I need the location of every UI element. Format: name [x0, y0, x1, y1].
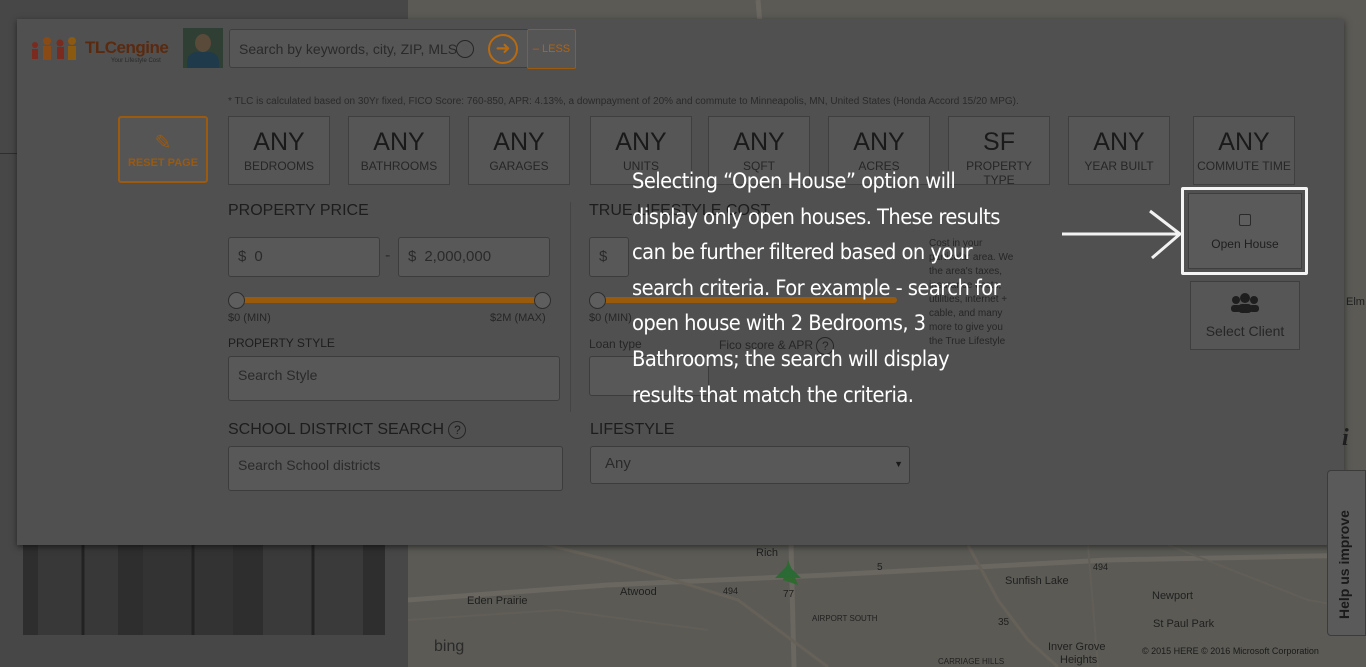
filter-bathrooms[interactable]: ANY BATHROOMS [348, 116, 450, 185]
school-district-title: SCHOOL DISTRICT SEARCH ? [228, 421, 467, 439]
map-label: Atwood [620, 586, 657, 598]
search-bar[interactable]: Search by keywords, city, ZIP, MLS ? ➜ [229, 29, 534, 68]
select-client-button[interactable]: Select Client [1190, 281, 1300, 350]
school-district-input[interactable]: Search School districts [228, 446, 563, 491]
price-max-input[interactable]: $2,000,000 [398, 237, 550, 277]
map-attribution: © 2015 HERE © 2016 Microsoft Corporation [1142, 646, 1319, 656]
tutorial-callout: Selecting “Open House” option will displ… [632, 169, 1001, 407]
price-max-label: $2M (MAX) [490, 312, 546, 324]
lifestyle-select[interactable]: Any ▼ [590, 446, 910, 484]
filter-bedrooms[interactable]: ANY BEDROOMS [228, 116, 330, 185]
highway-shield: 77 [783, 589, 795, 600]
lifestyle-cost-slider-handle[interactable] [589, 292, 606, 309]
price-dash: - [385, 247, 391, 264]
open-house-highlight [1181, 187, 1308, 275]
highway-shield: 494 [1093, 562, 1109, 572]
property-photo[interactable] [23, 545, 385, 635]
lifestyle-title: LIFESTYLE [590, 421, 675, 438]
school-help-icon[interactable]: ? [448, 421, 467, 439]
map-label: AIRPORT SOUTH [812, 614, 878, 623]
reset-page-button[interactable]: ✎ RESET PAGE [118, 116, 208, 183]
lifestyle-cost-min-input[interactable]: $ [589, 237, 629, 277]
chevron-down-icon: ▼ [894, 459, 903, 469]
highway-shield: 35 [998, 617, 1010, 628]
users-icon [1231, 293, 1259, 313]
map-label: Elm [1346, 296, 1365, 308]
map-label: Sunfish Lake [1005, 575, 1069, 587]
avatar[interactable] [183, 28, 223, 68]
photo-image [23, 545, 385, 635]
broom-icon: ✎ [154, 132, 172, 154]
search-input[interactable]: Search by keywords, city, ZIP, MLS [239, 41, 457, 57]
bing-logo: bing [434, 638, 465, 655]
price-slider-min-handle[interactable] [228, 292, 245, 309]
property-style-input[interactable]: Search Style [228, 356, 560, 401]
map-label: St Paul Park [1153, 618, 1215, 630]
map-label: Eden Prairie [467, 595, 528, 607]
tlc-disclaimer: * TLC is calculated based on 30Yr fixed,… [228, 96, 1019, 107]
map-label: Heights [1060, 654, 1098, 666]
filter-year-built[interactable]: ANY YEAR BUILT [1068, 116, 1170, 185]
map-label: Inver Grove [1048, 641, 1106, 653]
price-slider-track[interactable] [236, 297, 543, 303]
map-label: Newport [1152, 590, 1193, 602]
property-style-title: PROPERTY STYLE [228, 336, 335, 350]
tlc-logo[interactable]: TLCengine Your Lifestyle Cost [27, 33, 179, 67]
search-go-button[interactable]: ➜ [488, 34, 518, 64]
logo-text: TLCengine [85, 38, 169, 57]
highway-shield: 5 [877, 562, 883, 573]
highway-shield: 494 [723, 586, 739, 596]
price-min-label: $0 (MIN) [228, 312, 271, 324]
less-button[interactable]: – LESS [527, 29, 576, 69]
map-label: Rich [756, 547, 779, 559]
price-slider-max-handle[interactable] [534, 292, 551, 309]
callout-arrow-icon [1062, 209, 1183, 260]
property-price-title: PROPERTY PRICE [228, 202, 369, 219]
search-help-icon[interactable]: ? [456, 40, 474, 58]
lifestyle-cost-min-label: $0 (MIN) [589, 312, 632, 324]
column-divider [570, 202, 571, 412]
price-min-input[interactable]: $0 [228, 237, 380, 277]
filter-commute-time[interactable]: ANY COMMUTE TIME [1193, 116, 1295, 185]
help-us-improve-tab[interactable]: Help us improve [1327, 470, 1366, 636]
info-icon[interactable]: i [1342, 425, 1349, 452]
logo-tagline: Your Lifestyle Cost [111, 58, 161, 64]
family-logo-icon [32, 37, 76, 60]
map-label: CARRIAGE HILLS [938, 657, 1005, 666]
filter-garages[interactable]: ANY GARAGES [468, 116, 570, 185]
